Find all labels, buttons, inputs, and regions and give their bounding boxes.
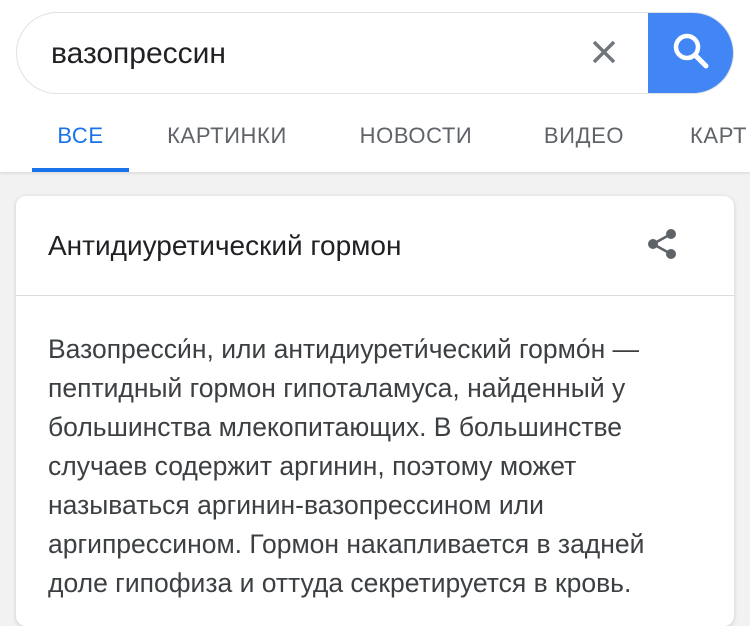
tab-maps[interactable]: КАРТ (690, 100, 750, 172)
share-icon (645, 227, 679, 266)
card-title: Антидиуретический гормон (48, 230, 402, 261)
search-bar (16, 12, 734, 94)
search-icon (671, 31, 711, 76)
tab-videos[interactable]: ВИДЕО (539, 100, 629, 172)
tab-images[interactable]: КАРТИНКИ (160, 100, 294, 172)
tab-all[interactable]: ВСЕ (32, 100, 129, 172)
knowledge-card: Антидиуретический гормон Вазопресси́н, и… (16, 196, 734, 626)
card-description: Вазопресси́н, или антидиурети́ческий гор… (48, 334, 645, 598)
search-input[interactable] (51, 34, 571, 74)
card-header: Антидиуретический гормон (16, 196, 734, 296)
share-button[interactable] (634, 218, 690, 274)
clear-button[interactable] (579, 29, 629, 79)
search-button[interactable] (648, 13, 733, 93)
search-tabs: ВСЕ КАРТИНКИ НОВОСТИ ВИДЕО КАРТ (0, 100, 750, 172)
tab-news[interactable]: НОВОСТИ (355, 100, 477, 172)
search-header: ВСЕ КАРТИНКИ НОВОСТИ ВИДЕО КАРТ (0, 0, 750, 172)
close-icon (591, 39, 617, 70)
